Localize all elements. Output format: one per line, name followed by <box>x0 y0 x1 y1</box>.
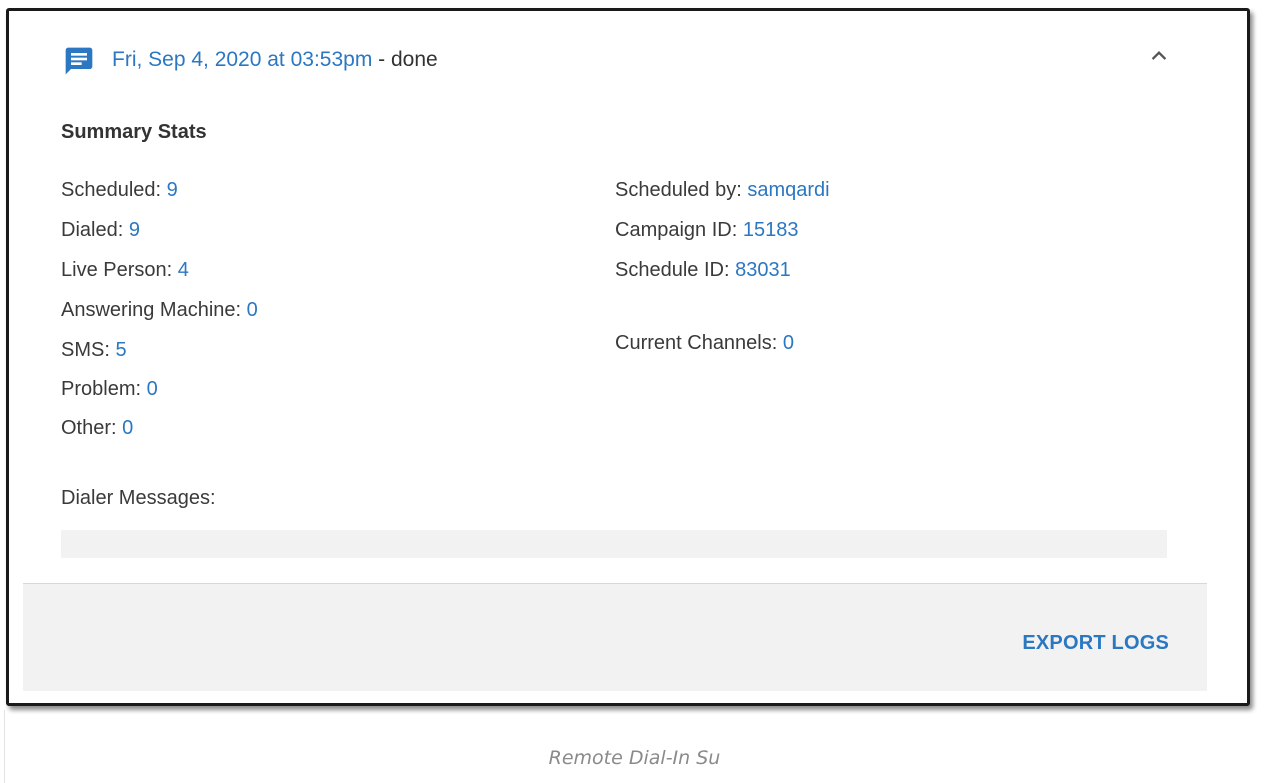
stat-scheduled: Scheduled: 9 <box>61 178 178 202</box>
message-icon <box>65 47 93 75</box>
chevron-up-icon[interactable] <box>1145 41 1173 69</box>
campaign-id-link[interactable]: 15183 <box>743 219 799 241</box>
stat-value: 0 <box>146 378 158 400</box>
stat-value: 5 <box>115 339 127 361</box>
stat-label: Campaign ID: <box>615 219 743 241</box>
stat-value: 9 <box>166 179 178 201</box>
export-logs-button[interactable]: EXPORT LOGS <box>1022 632 1169 655</box>
stat-label: Current Channels: <box>615 332 783 354</box>
stat-label: Scheduled: <box>61 179 167 201</box>
dialer-messages-box <box>61 530 1167 558</box>
stat-schedule-id: Schedule ID: 83031 <box>615 258 791 282</box>
stat-current-channels: Current Channels: 0 <box>615 331 794 355</box>
stat-campaign-id: Campaign ID: 15183 <box>615 218 798 242</box>
stat-value: 0 <box>246 299 258 321</box>
stat-dialed: Dialed: 9 <box>61 218 140 242</box>
stat-value: 0 <box>122 417 134 439</box>
stat-label: Other: <box>61 417 123 439</box>
card-header[interactable]: Fri, Sep 4, 2020 at 03:53pm - done <box>9 11 1247 111</box>
stat-label: Problem: <box>61 378 147 400</box>
dial-log-card: Fri, Sep 4, 2020 at 03:53pm - done Summa… <box>6 8 1250 706</box>
stat-label: Answering Machine: <box>61 299 247 321</box>
schedule-date-link[interactable]: Fri, Sep 4, 2020 at 03:53pm <box>112 48 372 71</box>
dialer-messages-label: Dialer Messages: <box>61 487 216 509</box>
stat-problem: Problem: 0 <box>61 377 158 401</box>
stat-label: Dialed: <box>61 219 129 241</box>
stat-value: 4 <box>177 259 189 281</box>
image-caption: Remote Dial-In Su <box>548 747 721 769</box>
stat-value: 9 <box>128 219 140 241</box>
schedule-status: - done <box>372 48 438 71</box>
stat-label: Scheduled by: <box>615 179 748 201</box>
stat-live-person: Live Person: 4 <box>61 258 189 282</box>
scheduled-by-link[interactable]: samqardi <box>747 179 829 201</box>
stat-label: Schedule ID: <box>615 259 736 281</box>
stat-answering-machine: Answering Machine: 0 <box>61 298 258 322</box>
header-title: Fri, Sep 4, 2020 at 03:53pm - done <box>112 47 438 73</box>
schedule-id-link[interactable]: 83031 <box>735 259 791 281</box>
card-footer: EXPORT LOGS <box>23 583 1207 691</box>
summary-stats-title: Summary Stats <box>61 121 207 143</box>
stat-scheduled-by: Scheduled by: samqardi <box>615 178 830 202</box>
stat-label: SMS: <box>61 339 116 361</box>
stat-label: Live Person: <box>61 259 178 281</box>
stat-sms: SMS: 5 <box>61 338 127 362</box>
stat-value: 0 <box>782 332 794 354</box>
page: Fri, Sep 4, 2020 at 03:53pm - done Summa… <box>0 0 1269 783</box>
stat-other: Other: 0 <box>61 416 133 440</box>
